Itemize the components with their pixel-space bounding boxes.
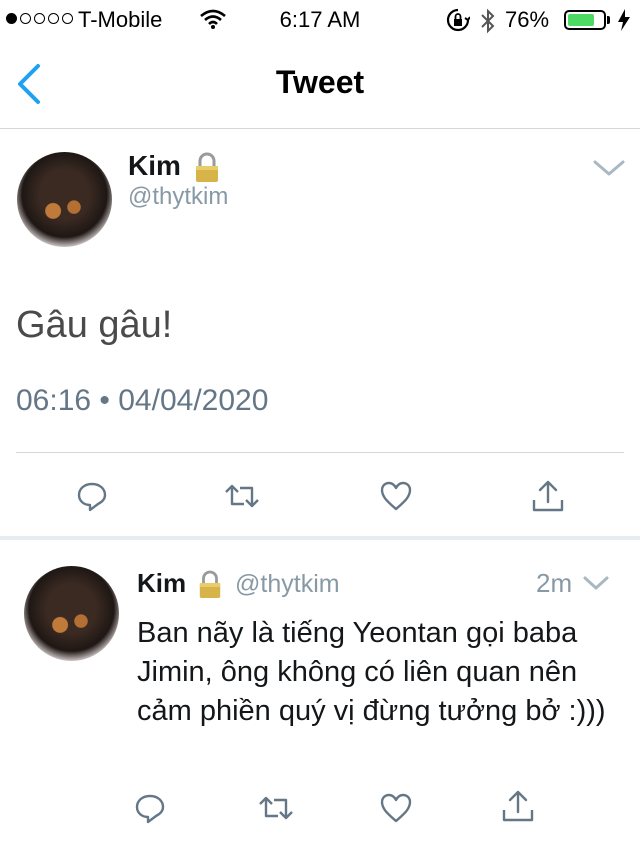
reply-retweet-button[interactable]	[254, 786, 298, 830]
share-icon	[502, 790, 534, 822]
like-icon	[380, 793, 412, 823]
status-bar: T-Mobile 6:17 AM 76%	[0, 0, 640, 40]
reply-share-button[interactable]	[496, 784, 540, 828]
like-button[interactable]	[374, 474, 418, 518]
tweet-timestamp[interactable]: 06:16 • 04/04/2020	[16, 384, 268, 418]
reply-header[interactable]: Kim @thytkim	[137, 568, 340, 600]
reply-button[interactable]	[70, 474, 114, 518]
reply-author-name: Kim	[137, 568, 187, 598]
lock-icon	[199, 570, 220, 598]
battery-icon	[564, 10, 606, 30]
author-handle[interactable]: @thytkim	[128, 183, 228, 211]
chevron-down-icon[interactable]	[592, 158, 626, 178]
section-separator	[0, 536, 640, 540]
retweet-button[interactable]	[220, 474, 264, 518]
reply-text: Ban nãy là tiếng Yeontan gọi baba Jimin,…	[137, 617, 606, 727]
reply-avatar[interactable]	[24, 566, 119, 661]
share-button[interactable]	[526, 474, 570, 518]
bluetooth-icon	[481, 8, 495, 34]
rotation-lock-icon	[446, 8, 470, 32]
battery-level-fill	[568, 14, 594, 26]
share-icon	[532, 480, 564, 512]
tweet-divider	[16, 452, 624, 453]
nav-divider	[0, 128, 640, 129]
like-icon	[380, 481, 412, 511]
avatar[interactable]	[17, 152, 112, 247]
charging-bolt-icon	[618, 9, 630, 31]
page-title: Tweet	[275, 64, 365, 100]
reply-like-button[interactable]	[374, 786, 418, 830]
reply-author-handle: @thytkim	[235, 570, 340, 598]
reply-time: 2m	[536, 568, 573, 598]
retweet-icon	[259, 796, 293, 820]
battery-percent-label: 76%	[505, 7, 550, 32]
lock-icon	[196, 152, 219, 182]
retweet-icon	[225, 484, 259, 508]
battery-nub	[607, 16, 610, 24]
author-name: Kim	[128, 150, 181, 181]
tweet-author[interactable]: Kim	[128, 150, 221, 184]
tweet-text: Gâu gâu!	[16, 304, 173, 346]
reply-icon	[77, 482, 107, 512]
reply-icon	[135, 794, 165, 824]
chevron-down-icon[interactable]	[582, 574, 610, 592]
reply-reply-button[interactable]	[128, 786, 172, 830]
